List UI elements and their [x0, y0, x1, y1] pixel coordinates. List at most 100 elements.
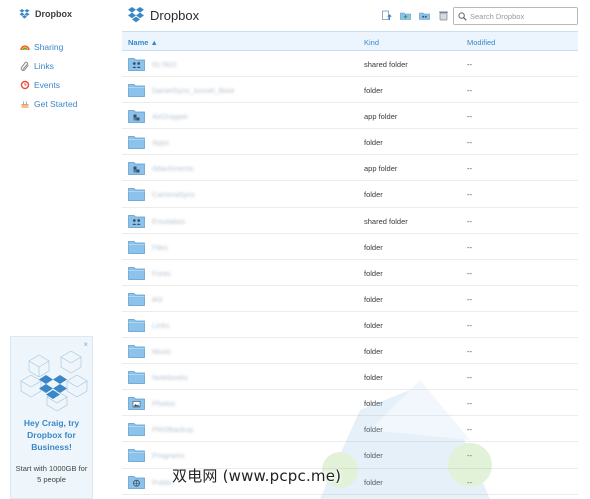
search-icon — [458, 11, 467, 21]
file-name[interactable]: Fonts — [152, 269, 171, 278]
file-name[interactable]: 917822 — [152, 60, 177, 69]
deleted-files-icon[interactable] — [438, 10, 449, 21]
public-folder-icon — [128, 475, 145, 489]
column-header-name[interactable]: Name ▲ — [128, 38, 158, 47]
file-modified: -- — [467, 347, 472, 357]
file-modified: -- — [467, 294, 472, 304]
table-row[interactable]: Photos folder -- — [122, 390, 578, 417]
promo-boxes-illustration — [20, 351, 88, 412]
file-kind: folder — [364, 451, 383, 461]
rainbow-icon — [20, 44, 30, 50]
shared-folder-icon — [128, 58, 145, 71]
column-header-kind[interactable]: Kind — [364, 38, 379, 47]
file-modified: -- — [467, 477, 472, 487]
share-folder-icon[interactable] — [419, 10, 430, 21]
file-modified: -- — [467, 451, 472, 461]
folder-icon — [128, 319, 145, 332]
shared-folder-icon — [128, 214, 145, 228]
search-input[interactable] — [470, 11, 570, 21]
dropbox-logo-icon — [128, 7, 144, 23]
file-name[interactable]: Files — [152, 243, 168, 252]
folder-icon — [128, 266, 145, 280]
clock-icon — [20, 80, 30, 89]
column-header-modified[interactable]: Modified — [467, 38, 495, 47]
folder-icon — [128, 449, 145, 463]
sidebar-item-get-started[interactable]: Get Started — [20, 94, 77, 113]
file-name[interactable]: PROBackup — [152, 425, 193, 434]
file-modified: -- — [467, 112, 472, 122]
file-modified: -- — [467, 216, 472, 226]
table-row[interactable]: 917822 shared folder -- — [122, 51, 578, 78]
file-modified: -- — [467, 60, 472, 69]
folder-icon — [128, 136, 145, 150]
file-modified: -- — [467, 399, 472, 409]
file-kind: shared folder — [364, 216, 408, 226]
file-kind: folder — [364, 425, 383, 435]
folder-icon — [128, 292, 145, 306]
file-name[interactable]: Notebooks — [152, 373, 188, 382]
table-row[interactable]: CameraSync folder -- — [122, 181, 578, 208]
table-row[interactable]: PROBackup folder -- — [122, 416, 578, 443]
table-row[interactable]: Music folder -- — [122, 338, 578, 365]
sidebar-logo[interactable]: Dropbox — [19, 9, 72, 19]
table-row[interactable]: Emulation shared folder -- — [122, 208, 578, 234]
file-kind: folder — [364, 268, 383, 278]
file-kind: shared folder — [364, 60, 408, 69]
dropbox-logo-icon — [19, 9, 30, 19]
file-kind: folder — [364, 86, 383, 96]
table-row[interactable]: DanielSync_tunnel_Boot folder -- — [122, 77, 578, 104]
sidebar-item-events[interactable]: Events — [20, 75, 77, 94]
table-body: 917822 shared folder -- DanielSync_tunnel_B… — [122, 51, 578, 495]
promo-subtitle: Start with 1000GB for 5 people — [15, 464, 88, 484]
file-name[interactable]: CameraSync — [152, 190, 195, 199]
paperclip-icon — [20, 61, 29, 71]
sidebar: Dropbox Sharing Links Events Get Started… — [0, 0, 110, 499]
table-row[interactable]: Files folder -- — [122, 234, 578, 260]
file-modified: -- — [467, 138, 472, 148]
business-promo[interactable]: × Hey Craig, try Dropbox for Business! S… — [10, 336, 93, 499]
cake-icon — [21, 101, 29, 108]
file-name[interactable]: Programs — [152, 451, 185, 460]
file-name[interactable]: Music — [152, 347, 172, 356]
watermark-text: 双电网 (www.pcpc.me) — [172, 467, 342, 485]
file-name[interactable]: Attachments — [152, 164, 194, 173]
sidebar-item-sharing[interactable]: Sharing — [20, 37, 77, 56]
breadcrumb[interactable]: Dropbox — [127, 7, 199, 23]
new-folder-icon[interactable] — [400, 10, 411, 21]
close-icon[interactable]: × — [83, 340, 88, 349]
sidebar-item-links[interactable]: Links — [20, 56, 77, 75]
file-name[interactable]: Public — [152, 478, 172, 487]
file-kind: folder — [364, 242, 383, 252]
file-name[interactable]: Links — [152, 321, 170, 330]
page-title: Dropbox — [150, 7, 200, 23]
table-row[interactable]: Apps folder -- — [122, 129, 578, 156]
table-row[interactable]: Attachments app folder -- — [122, 155, 578, 182]
sidebar-nav: Sharing Links Events Get Started — [20, 37, 77, 113]
table-row[interactable]: AirDropper app folder -- — [122, 103, 578, 130]
file-name[interactable]: Photos — [152, 399, 175, 408]
file-name[interactable]: DanielSync_tunnel_Boot — [152, 86, 234, 95]
file-name[interactable]: AirDropper — [152, 112, 188, 121]
file-modified: -- — [467, 320, 472, 330]
file-modified: -- — [467, 242, 472, 252]
search-box[interactable] — [453, 7, 578, 25]
file-name[interactable]: iKit — [152, 295, 162, 304]
table-header: Name ▲ Kind Modified — [122, 31, 578, 51]
photos-folder-icon — [128, 397, 145, 411]
promo-title[interactable]: Hey Craig, try Dropbox for Business! — [15, 417, 88, 453]
app-folder-icon — [128, 110, 145, 124]
file-name[interactable]: Apps — [152, 138, 169, 147]
file-modified: -- — [467, 373, 472, 383]
table-row[interactable]: Links folder -- — [122, 312, 578, 339]
file-modified: -- — [467, 268, 472, 278]
file-kind: folder — [364, 373, 383, 383]
table-row[interactable]: iKit folder -- — [122, 286, 578, 312]
sidebar-item-label: Links — [34, 60, 54, 71]
upload-icon[interactable] — [381, 10, 392, 21]
app-folder-icon — [128, 162, 145, 176]
folder-icon — [128, 371, 145, 384]
table-row[interactable]: Fonts folder -- — [122, 260, 578, 286]
file-kind: app folder — [364, 112, 398, 122]
table-row[interactable]: Notebooks folder -- — [122, 364, 578, 391]
file-name[interactable]: Emulation — [152, 217, 185, 226]
